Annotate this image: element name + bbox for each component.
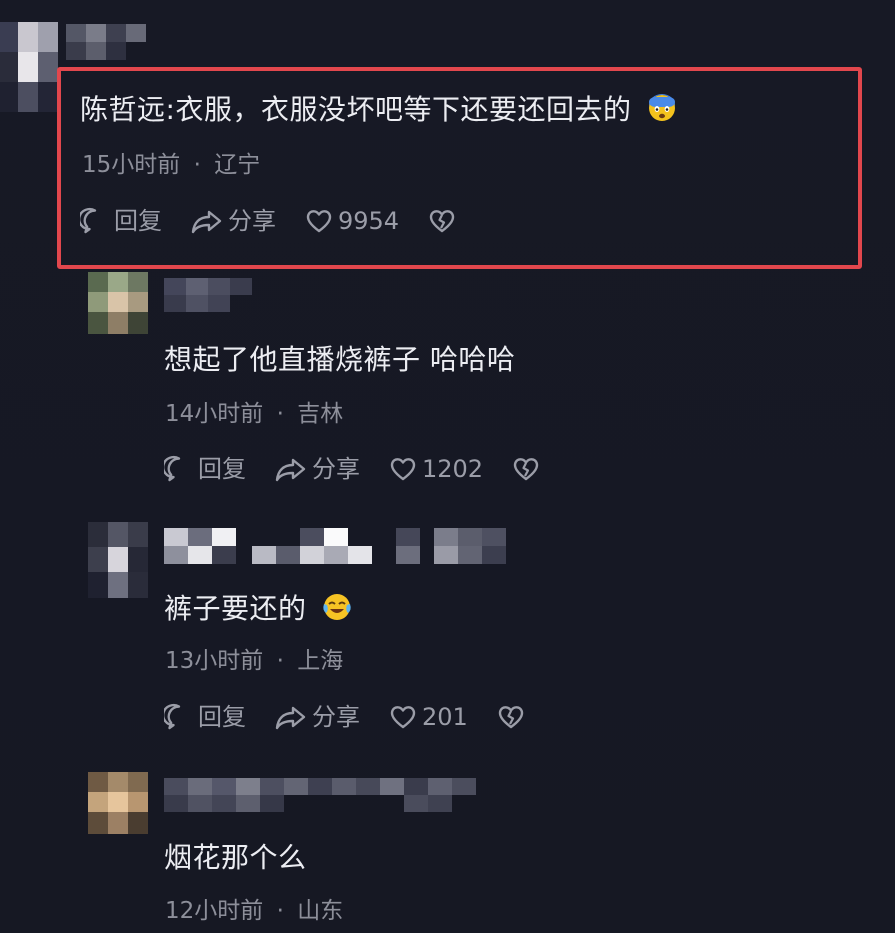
like-button[interactable]: 201 xyxy=(388,702,468,732)
username[interactable] xyxy=(66,24,146,60)
like-count: 9954 xyxy=(338,207,400,235)
comment-bubble-icon xyxy=(164,455,181,482)
comment-text: 陈哲远:衣服，衣服没坏吧等下还要还回去的 xyxy=(80,88,677,128)
comment-actions: 回复 分享 201 xyxy=(164,702,558,732)
comment-body: 烟花那个么 xyxy=(164,841,307,874)
comment-meta: 13小时前 · 上海 xyxy=(165,648,344,674)
reply-button[interactable]: 回复 xyxy=(164,702,246,732)
comment-meta: 14小时前 · 吉林 xyxy=(165,401,344,427)
like-count: 201 xyxy=(422,703,468,731)
comment-time: 13小时前 xyxy=(165,648,264,674)
heart-icon xyxy=(390,706,416,729)
heart-icon xyxy=(306,210,332,233)
share-button[interactable]: 分享 xyxy=(274,454,360,484)
like-button[interactable]: 9954 xyxy=(304,206,399,236)
broken-heart-icon xyxy=(498,706,524,729)
broken-heart-icon xyxy=(429,210,455,233)
comment-bubble-icon xyxy=(164,703,181,730)
comment-list: 陈哲远:衣服，衣服没坏吧等下还要还回去的 15小时前 · 辽宁 回复 分享 99… xyxy=(0,0,895,933)
like-button[interactable]: 1202 xyxy=(388,454,483,484)
comment-bubble-icon xyxy=(80,207,97,234)
comment-actions: 回复 分享 1202 xyxy=(164,454,573,484)
share-arrow-icon xyxy=(275,706,306,730)
avatar[interactable] xyxy=(88,272,148,334)
avatar[interactable] xyxy=(88,772,148,834)
share-button[interactable]: 分享 xyxy=(274,702,360,732)
comment-time: 12小时前 xyxy=(165,898,264,924)
comment-actions: 回复 分享 9954 xyxy=(80,206,489,236)
share-arrow-icon xyxy=(275,458,306,482)
share-button[interactable]: 分享 xyxy=(190,206,276,236)
dislike-button[interactable] xyxy=(427,206,461,236)
comment-body: 衣服，衣服没坏吧等下还要还回去的 xyxy=(175,93,632,126)
reply-button[interactable]: 回复 xyxy=(80,206,162,236)
username[interactable] xyxy=(164,778,486,812)
username[interactable] xyxy=(164,528,526,564)
reply-button[interactable]: 回复 xyxy=(164,454,246,484)
crying-laughing-emoji xyxy=(323,594,351,620)
comment-body: 裤子要还的 xyxy=(164,592,307,625)
dislike-button[interactable] xyxy=(511,454,545,484)
comment-body: 想起了他直播烧裤子 哈哈哈 xyxy=(164,343,516,376)
comment-meta: 12小时前 · 山东 xyxy=(165,898,344,924)
comment-location: 山东 xyxy=(297,898,344,924)
comment-time: 14小时前 xyxy=(165,401,264,427)
like-count: 1202 xyxy=(422,455,484,483)
comment-meta: 15小时前 · 辽宁 xyxy=(82,152,261,178)
comment-location: 辽宁 xyxy=(214,152,261,178)
comment-time: 15小时前 xyxy=(82,152,181,178)
comment-location: 吉林 xyxy=(297,401,344,427)
comment-text: 裤子要还的 xyxy=(164,587,352,627)
scared-face-emoji xyxy=(648,94,675,121)
broken-heart-icon xyxy=(513,458,539,481)
avatar[interactable] xyxy=(0,22,58,112)
dislike-button[interactable] xyxy=(496,702,530,732)
comment-location: 上海 xyxy=(297,648,344,674)
heart-icon xyxy=(390,458,416,481)
avatar[interactable] xyxy=(88,522,148,598)
username[interactable] xyxy=(164,278,254,312)
comment-author[interactable]: 陈哲远 xyxy=(80,93,166,126)
share-arrow-icon xyxy=(191,210,222,234)
